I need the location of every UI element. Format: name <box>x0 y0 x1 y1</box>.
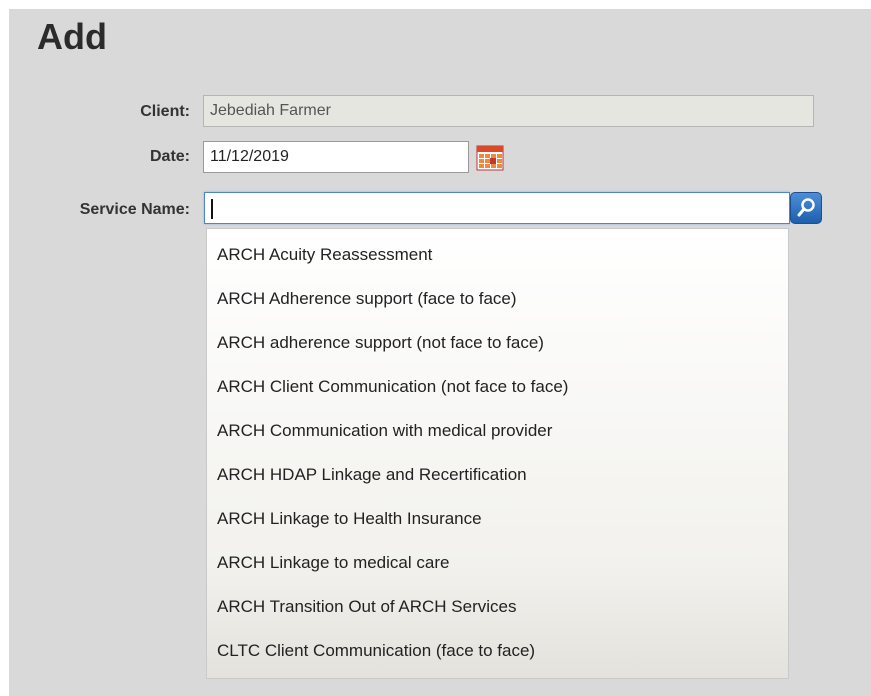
page-title: Add <box>37 16 107 57</box>
date-input[interactable]: 11/12/2019 <box>203 141 469 173</box>
list-item[interactable]: ARCH Linkage to Health Insurance <box>217 509 482 529</box>
service-name-label: Service Name: <box>79 201 190 218</box>
list-item[interactable]: ARCH Communication with medical provider <box>217 421 552 441</box>
calendar-icon[interactable] <box>475 143 507 173</box>
service-name-input[interactable] <box>204 192 790 224</box>
list-item[interactable]: ARCH Acuity Reassessment <box>217 245 432 265</box>
list-item[interactable]: CLTC Client Communication (face to face) <box>217 641 535 661</box>
autocomplete-dropdown: ARCH Acuity Reassessment ARCH Adherence … <box>206 228 789 679</box>
list-item[interactable]: ARCH Adherence support (face to face) <box>217 289 517 309</box>
list-item[interactable]: ARCH Transition Out of ARCH Services <box>217 597 516 617</box>
list-item[interactable]: ARCH HDAP Linkage and Recertification <box>217 465 527 485</box>
client-field: Jebediah Farmer <box>203 95 814 127</box>
search-icon <box>797 198 815 217</box>
date-label: Date: <box>149 148 190 165</box>
search-button[interactable] <box>790 192 822 224</box>
list-item[interactable]: ARCH Client Communication (not face to f… <box>217 377 568 397</box>
list-item[interactable]: ARCH Linkage to medical care <box>217 553 449 573</box>
list-item[interactable]: ARCH adherence support (not face to face… <box>217 333 544 353</box>
client-label: Client: <box>140 103 190 120</box>
text-caret <box>211 199 213 219</box>
